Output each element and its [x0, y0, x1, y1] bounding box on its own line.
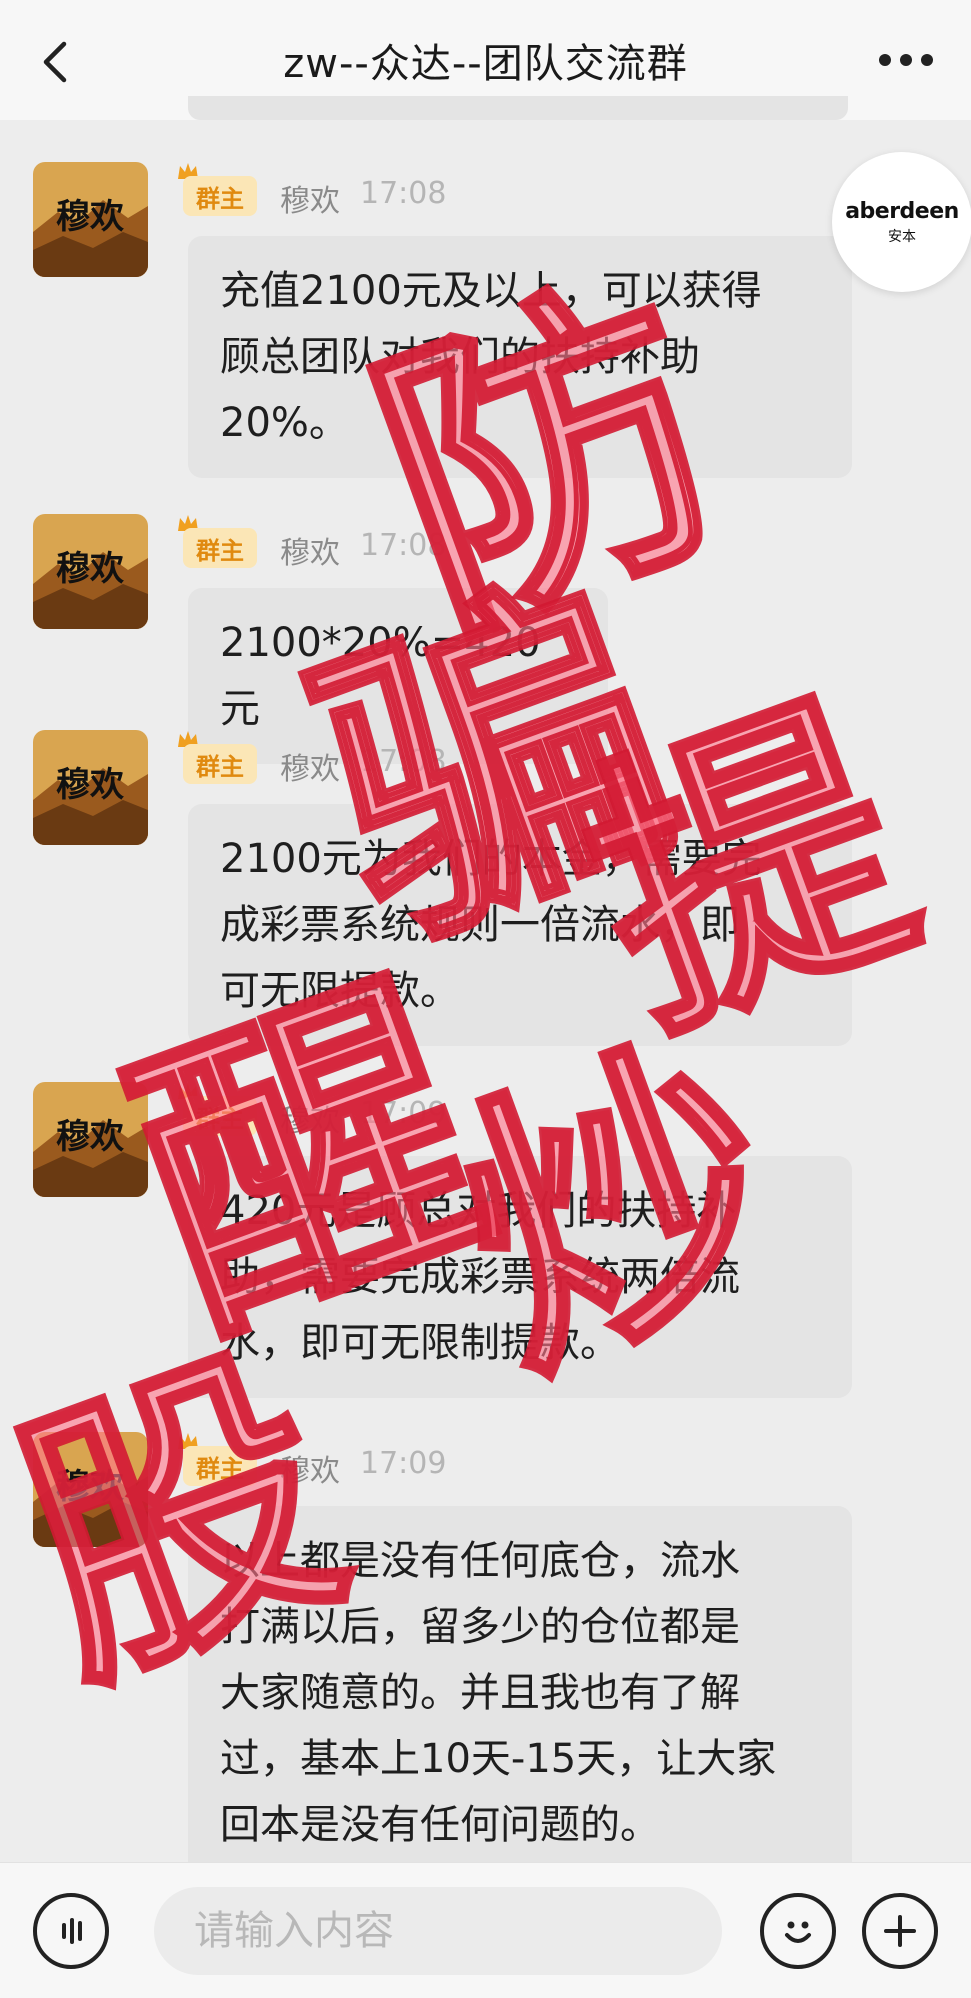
avatar-calligraphy: 穆欢: [56, 197, 124, 237]
owner-badge: 群主: [183, 1096, 257, 1136]
avatar-calligraphy: 穆欢: [56, 1467, 124, 1507]
previous-message-bubble-edge: [188, 96, 848, 120]
avatar-calligraphy: 穆欢: [56, 1117, 124, 1157]
message-time: 17:09: [360, 1096, 447, 1131]
owner-badge: 群主: [183, 176, 257, 216]
sender-name: 穆欢: [280, 536, 340, 571]
chevron-left-icon: [43, 41, 67, 83]
avatar-calligraphy: 穆欢: [56, 765, 124, 805]
message-bubble[interactable]: 充值2100元及以上，可以获得 顾总团队对我们的扶持补助 20%。: [188, 236, 852, 478]
aberdeen-logo: aberdeen 安本: [832, 152, 971, 292]
message-bubble[interactable]: 420元是顾总对我们的扶持补 助，需要完成彩票系统两倍流 水，即可无限制提款。: [188, 1156, 852, 1398]
avatar[interactable]: 穆欢: [33, 730, 148, 845]
message-time: 17:08: [360, 176, 447, 211]
more-actions-button[interactable]: [862, 1893, 938, 1969]
sender-name: 穆欢: [280, 752, 340, 787]
logo-sub-text: 安本: [888, 228, 916, 245]
avatar[interactable]: 穆欢: [33, 514, 148, 629]
sender-name: 穆欢: [280, 1454, 340, 1489]
logo-main-text: aberdeen: [845, 198, 959, 224]
more-dots-icon: [879, 54, 891, 66]
avatar[interactable]: 穆欢: [33, 1432, 148, 1547]
emoji-button[interactable]: [760, 1893, 836, 1969]
message-time: 17:08: [360, 744, 447, 779]
chat-title: zw--众达--团队交流群: [283, 41, 688, 87]
plus-icon: [884, 1915, 916, 1947]
message-time: 17:09: [360, 1446, 447, 1481]
input-bar: [0, 1862, 971, 1998]
message-input[interactable]: [154, 1887, 722, 1975]
avatar-calligraphy: 穆欢: [56, 549, 124, 589]
emoji-icon: [785, 1921, 811, 1943]
message-bubble[interactable]: 2100*20%=420元: [188, 588, 608, 764]
sender-name: 穆欢: [280, 1104, 340, 1139]
message-time: 17:08: [360, 528, 447, 563]
back-button[interactable]: [36, 40, 76, 84]
owner-badge: 群主: [183, 528, 257, 568]
message-bubble[interactable]: 2100元为我们的本金，需要完 成彩票系统规则一倍流水，即 可无限提款。: [188, 804, 852, 1046]
owner-badge: 群主: [183, 744, 257, 784]
sender-name: 穆欢: [280, 184, 340, 219]
owner-badge: 群主: [183, 1446, 257, 1486]
avatar[interactable]: 穆欢: [33, 1082, 148, 1197]
message-bubble[interactable]: 以上都是没有任何底仓，流水 打满以后，留多少的仓位都是 大家随意的。并且我也有了…: [188, 1506, 852, 1880]
voice-icon: [62, 1918, 82, 1944]
avatar[interactable]: 穆欢: [33, 162, 148, 277]
voice-button[interactable]: [33, 1893, 109, 1969]
more-button[interactable]: [879, 54, 933, 66]
